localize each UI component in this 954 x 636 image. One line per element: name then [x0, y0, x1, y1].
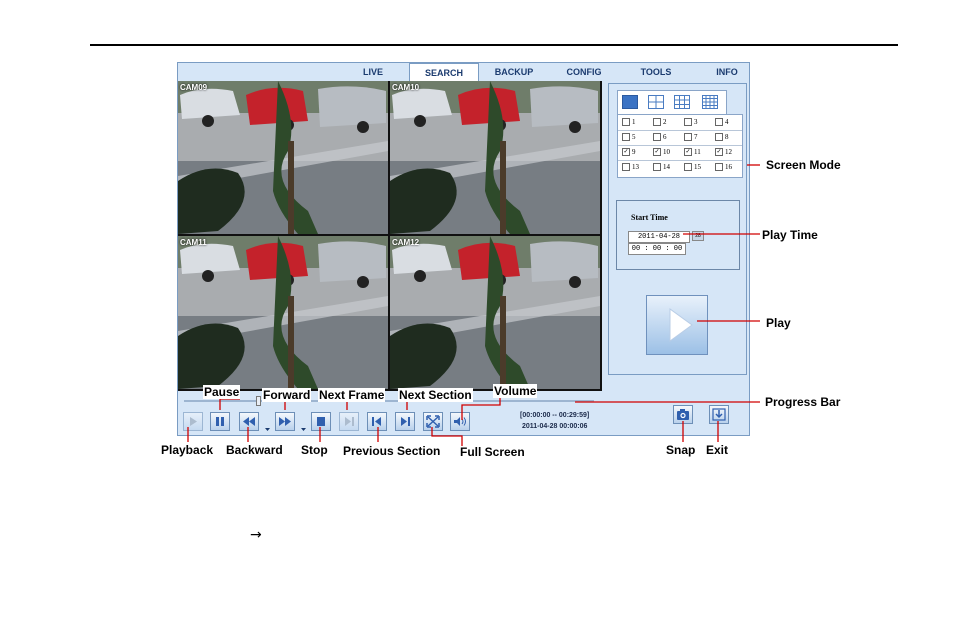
annotation-play-time: Play Time: [762, 228, 818, 242]
annotation-stop: Stop: [301, 443, 328, 457]
annotation-leader-lines: [187, 164, 760, 446]
annotation-exit: Exit: [706, 443, 729, 457]
annotation-full-screen: Full Screen: [460, 445, 525, 459]
annotation-screen-mode: Screen Mode: [766, 158, 841, 172]
annotation-pause: Pause: [203, 385, 241, 399]
annotation-next-section: Next Section: [398, 388, 473, 402]
annotation-snap: Snap: [666, 443, 696, 457]
annotation-backward: Backward: [226, 443, 283, 457]
annotation-progress-bar: Progress Bar: [765, 395, 841, 409]
annotation-play: Play: [766, 316, 791, 330]
annotation-forward: Forward: [262, 388, 312, 402]
annotation-previous-section: Previous Section: [343, 444, 441, 458]
right-arrow-icon: →: [250, 527, 262, 543]
annotation-volume: Volume: [493, 384, 538, 398]
annotation-next-frame: Next Frame: [318, 388, 386, 402]
annotation-playback: Playback: [161, 443, 214, 457]
